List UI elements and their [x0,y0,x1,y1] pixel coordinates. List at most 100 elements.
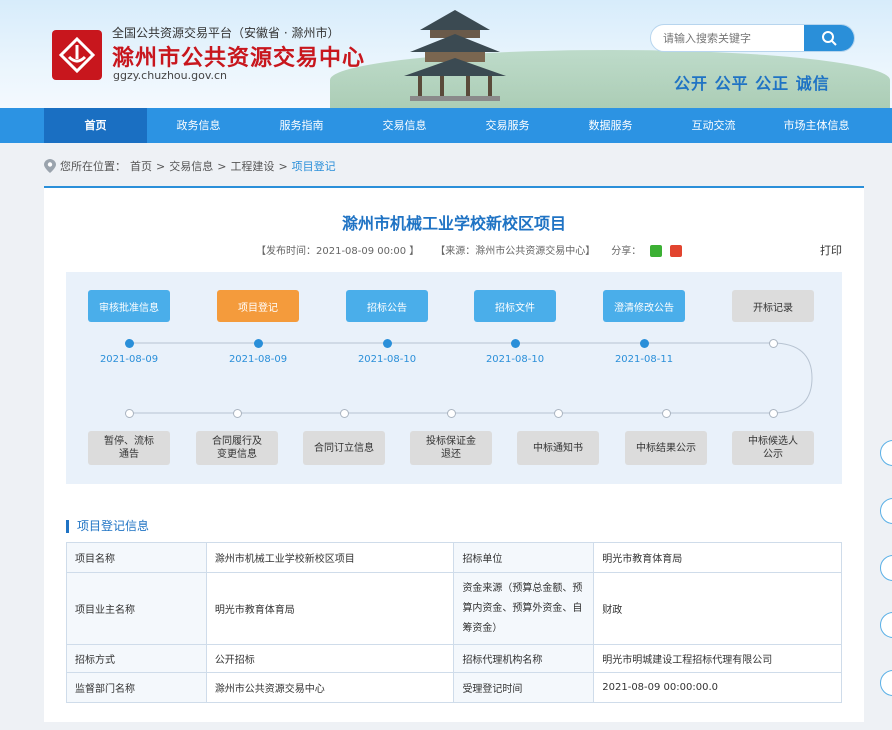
platform-subtitle: 全国公共资源交易平台（安徽省 · 滁州市） [112,26,340,40]
site-header: 全国公共资源交易平台（安徽省 · 滁州市） 滁州市公共资源交易中心 ggzy.c… [0,0,892,108]
breadcrumb-prefix: 您所在位置： [60,160,126,173]
site-name[interactable]: 滁州市公共资源交易中心 [112,40,365,72]
substep-line2: 退还 [441,449,461,460]
main-nav: 首页 政务信息 服务指南 交易信息 交易服务 数据服务 互动交流 市场主体信息 [0,108,892,143]
substep-line2: 变更信息 [217,449,257,460]
substep-line1: 中标候选人 [748,436,798,447]
substep-line1: 合同履行及 [212,436,262,447]
step-date: 2021-08-10 [357,354,417,365]
field-value: 明光市明城建设工程招标代理有限公司 [593,644,842,673]
search-button[interactable] [804,25,854,51]
process-step-3[interactable]: 招标文件 [474,290,556,322]
process-substep-3[interactable]: 投标保证金 退还 [410,431,492,465]
share-label: 分享： [611,246,642,257]
breadcrumb-separator: > [278,159,288,173]
timeline-dot [769,339,778,348]
process-step-1[interactable]: 项目登记 [217,290,299,322]
field-label: 招标方式 [66,644,207,673]
process-step-2[interactable]: 招标公告 [346,290,428,322]
nav-item-7[interactable]: 市场主体信息 [765,108,868,143]
step-date: 2021-08-10 [485,354,545,365]
site-url: ggzy.chuzhou.gov.cn [113,69,227,82]
article-source: 【来源：滁州市公共资源交易中心】 [435,246,596,257]
substep-label: 暂停、流标 通告 [104,435,154,461]
process-substep-1[interactable]: 合同履行及 变更信息 [196,431,278,465]
nav-item-1[interactable]: 政务信息 [147,108,250,143]
breadcrumb-item-trade-info[interactable]: 交易信息 [169,158,213,174]
process-step-4[interactable]: 澄清修改公告 [603,290,685,322]
nav-item-6[interactable]: 互动交流 [662,108,765,143]
process-step-5[interactable]: 开标记录 [732,290,814,322]
table-row: 项目名称 滁州市机械工业学校新校区项目 招标单位 明光市教育体育局 [66,542,842,573]
float-tool-button[interactable] [880,612,892,638]
float-tool-button[interactable] [880,670,892,696]
substep-label: 合同订立信息 [314,442,374,455]
table-row: 项目业主名称 明光市教育体育局 资金来源（预算总金额、预算内资金、预算外资金、自筹资… [66,572,842,645]
substep-line1: 中标结果公示 [636,442,696,454]
nav-item-4[interactable]: 交易服务 [456,108,559,143]
field-label: 项目业主名称 [66,572,207,645]
breadcrumb-separator: > [156,159,166,173]
substep-line1: 投标保证金 [426,436,476,447]
timeline-dot [383,339,392,348]
logo-emblem-icon [58,36,96,74]
nav-item-0[interactable]: 首页 [44,108,147,143]
substep-line1: 中标通知书 [533,442,583,454]
process-substep-5[interactable]: 中标结果公示 [625,431,707,465]
timeline-dot [640,339,649,348]
site-slogan: 公开 公平 公正 诚信 [674,74,830,93]
nav-item-5[interactable]: 数据服务 [559,108,662,143]
timeline-dot [554,409,563,418]
breadcrumb-item-current[interactable]: 项目登记 [292,158,336,174]
field-label: 资金来源（预算总金额、预算内资金、预算外资金、自筹资金） [453,572,595,645]
article-meta: 【发布时间：2021-08-09 00:00 】 【来源：滁州市公共资源交易中心… [256,242,682,257]
pavilion-illustration [404,10,506,101]
process-step-0[interactable]: 审核批准信息 [88,290,170,322]
process-substep-2[interactable]: 合同订立信息 [303,431,385,465]
timeline-dot [125,409,134,418]
search-icon [822,31,837,46]
registration-info-table: 项目名称 滁州市机械工业学校新校区项目 招标单位 明光市教育体育局 项目业主名称 明光市教… [66,542,842,703]
substep-line1: 合同订立信息 [314,442,374,454]
section-title: 项目登记信息 [66,520,149,533]
field-label: 招标单位 [453,542,595,573]
float-tool-button[interactable] [880,555,892,581]
nav-item-2[interactable]: 服务指南 [250,108,353,143]
process-substep-0[interactable]: 暂停、流标 通告 [88,431,170,465]
process-substep-6[interactable]: 中标候选人 公示 [732,431,814,465]
field-value: 财政 [593,572,842,645]
table-row: 招标方式 公开招标 招标代理机构名称 明光市明城建设工程招标代理有限公司 [66,644,842,673]
nav-item-3[interactable]: 交易信息 [353,108,456,143]
weibo-share-icon[interactable] [669,245,682,257]
timeline-dot [447,409,456,418]
field-label: 受理登记时间 [453,672,595,703]
article-card: 滁州市机械工业学校新校区项目 【发布时间：2021-08-09 00:00 】 … [44,186,864,722]
substep-label: 中标结果公示 [636,442,696,455]
print-button[interactable]: 打印 [820,242,842,258]
article-title: 滁州市机械工业学校新校区项目 [341,214,566,233]
search-box [650,24,855,52]
field-label: 招标代理机构名称 [453,644,595,673]
site-logo[interactable] [52,30,102,80]
substep-label: 合同履行及 变更信息 [212,435,262,461]
substep-line1: 暂停、流标 [104,436,154,447]
timeline-dot [125,339,134,348]
location-pin-icon [44,159,56,173]
field-label: 项目名称 [66,542,207,573]
float-tool-button[interactable] [880,498,892,524]
breadcrumb: 您所在位置： 首页 > 交易信息 > 工程建设 > 项目登记 [44,158,336,174]
wechat-share-icon[interactable] [650,245,663,257]
field-value: 滁州市公共资源交易中心 [205,672,455,703]
substep-label: 中标通知书 [533,442,583,455]
search-input[interactable] [651,25,806,51]
float-tool-button[interactable] [880,440,892,466]
breadcrumb-item-home[interactable]: 首页 [130,158,152,174]
process-substep-4[interactable]: 中标通知书 [517,431,599,465]
step-date: 2021-08-09 [228,354,288,365]
breadcrumb-item-engineering[interactable]: 工程建设 [230,158,274,174]
field-value: 2021-08-09 00:00:00.0 [593,672,842,703]
step-date: 2021-08-11 [614,354,674,365]
timeline-dot [340,409,349,418]
table-row: 监督部门名称 滁州市公共资源交易中心 受理登记时间 2021-08-09 00:00:… [66,672,842,703]
field-value: 滁州市机械工业学校新校区项目 [205,542,455,573]
